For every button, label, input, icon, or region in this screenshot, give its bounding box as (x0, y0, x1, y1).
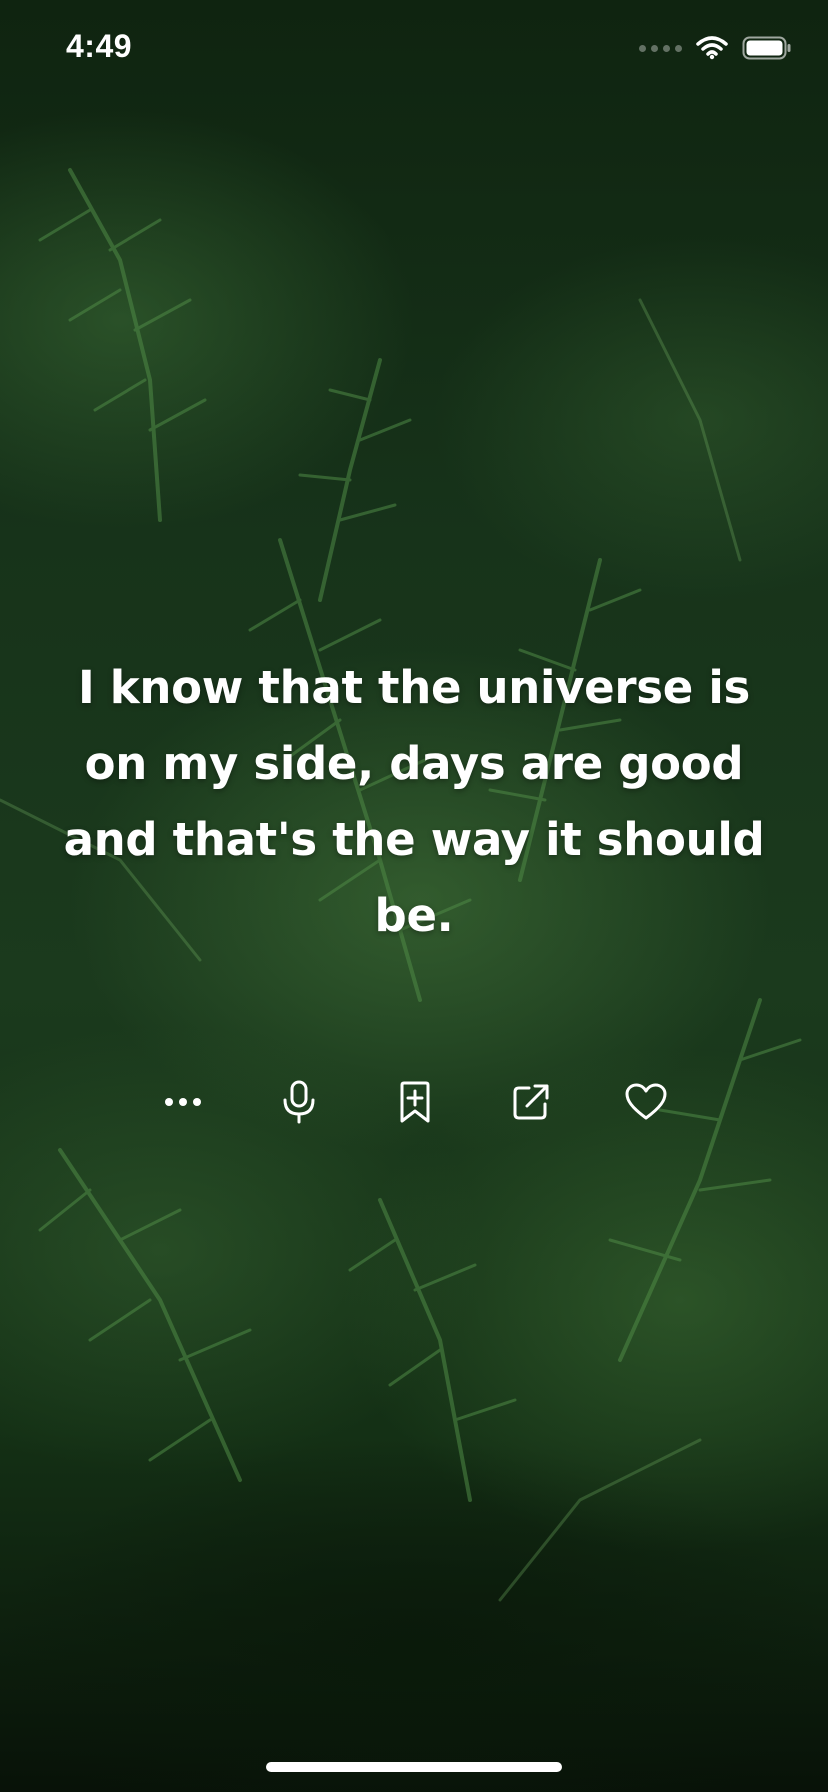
heart-icon (625, 1083, 667, 1120)
voice-button[interactable] (269, 1072, 329, 1132)
favorite-button[interactable] (616, 1072, 676, 1132)
bookmark-add-icon (400, 1081, 430, 1123)
home-indicator[interactable] (266, 1762, 562, 1772)
status-bar: 4:49 (0, 0, 828, 100)
wifi-icon (696, 36, 728, 60)
cellular-signal-icon (639, 44, 682, 52)
action-bar (0, 1072, 828, 1132)
status-time: 4:49 (66, 28, 133, 64)
quote-container: I know that the universe is on my side, … (40, 650, 788, 954)
share-icon (513, 1084, 549, 1120)
more-button[interactable] (153, 1072, 213, 1132)
quote-text: I know that the universe is on my side, … (63, 661, 765, 942)
quote-screen: 4:49 I know that the universe is on my s… (0, 0, 828, 1792)
bookmark-button[interactable] (385, 1072, 445, 1132)
ellipsis-icon (165, 1098, 201, 1106)
battery-icon (742, 36, 791, 60)
status-indicators (639, 36, 792, 60)
share-button[interactable] (501, 1072, 561, 1132)
microphone-icon (283, 1080, 315, 1124)
